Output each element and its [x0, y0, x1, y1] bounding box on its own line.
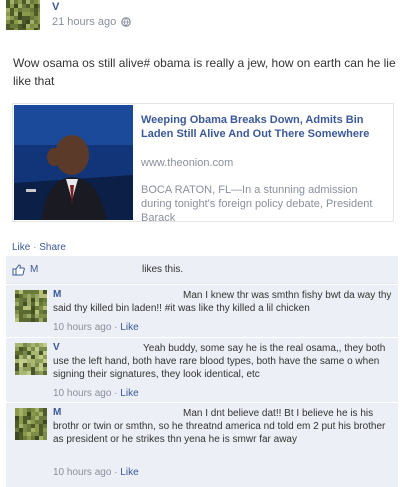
article-domain[interactable]: www.theonion.com: [141, 157, 233, 169]
comment-like-link[interactable]: Like: [120, 467, 138, 478]
meta-separator: ·: [111, 322, 121, 333]
post-actions: Like · Share: [12, 242, 66, 253]
comment-item: V Yeah buddy, some say he is the real os…: [6, 337, 398, 402]
share-link[interactable]: Share: [39, 242, 66, 253]
commenter-avatar[interactable]: [15, 343, 47, 375]
comment-time[interactable]: 10 hours ago: [53, 467, 111, 478]
meta-separator: ·: [111, 388, 121, 399]
post-timestamp[interactable]: 21 hours ago: [52, 16, 116, 28]
likes-suffix: likes this.: [142, 264, 184, 275]
comment-meta: 10 hours ago · Like: [53, 388, 139, 399]
avatar-pixel: [43, 318, 47, 322]
comment-meta: 10 hours ago · Like: [53, 467, 139, 478]
comment-item: M Man I knew thr was smthn fishy bwt da …: [6, 284, 398, 337]
action-separator: ·: [30, 242, 40, 253]
comment-like-link[interactable]: Like: [120, 322, 138, 333]
article-title[interactable]: Weeping Obama Breaks Down, Admits Bin La…: [141, 113, 386, 141]
likes-summary: M likes this.: [6, 256, 398, 284]
comment-text: Man I dnt believe dat!! Bt I believe he …: [53, 408, 386, 445]
comment-like-link[interactable]: Like: [120, 388, 138, 399]
globe-icon[interactable]: [121, 17, 131, 27]
liker-name[interactable]: M: [30, 264, 38, 275]
commenter-avatar[interactable]: [15, 408, 47, 440]
commenter-avatar[interactable]: [15, 290, 47, 322]
author-avatar[interactable]: [6, 0, 40, 30]
comment-section: M likes this. M Man I knew thr was smthn…: [6, 256, 398, 487]
link-attachment[interactable]: Weeping Obama Breaks Down, Admits Bin La…: [12, 103, 394, 224]
thumbs-up-icon: [12, 264, 25, 276]
comment-text: Yeah buddy, some say he is the real osam…: [53, 343, 386, 380]
comment-time[interactable]: 10 hours ago: [53, 322, 111, 333]
comment-item: M Man I dnt believe dat!! Bt I believe h…: [6, 402, 398, 487]
article-thumbnail[interactable]: [14, 105, 133, 220]
comment-meta: 10 hours ago · Like: [53, 322, 139, 333]
comment-text: Man I knew thr was smthn fishy bwt da wa…: [53, 290, 392, 314]
avatar-pixel: [43, 436, 47, 440]
post-text: Wow osama os still alive# obama is reall…: [13, 56, 396, 88]
avatar-pixel: [38, 28, 40, 30]
like-link[interactable]: Like: [12, 242, 30, 253]
article-description: BOCA RATON, FL—In a stunning admission d…: [141, 184, 373, 224]
avatar-pixel: [43, 371, 47, 375]
meta-separator: ·: [111, 467, 121, 478]
comment-time[interactable]: 10 hours ago: [53, 388, 111, 399]
author-name[interactable]: V: [52, 1, 59, 13]
